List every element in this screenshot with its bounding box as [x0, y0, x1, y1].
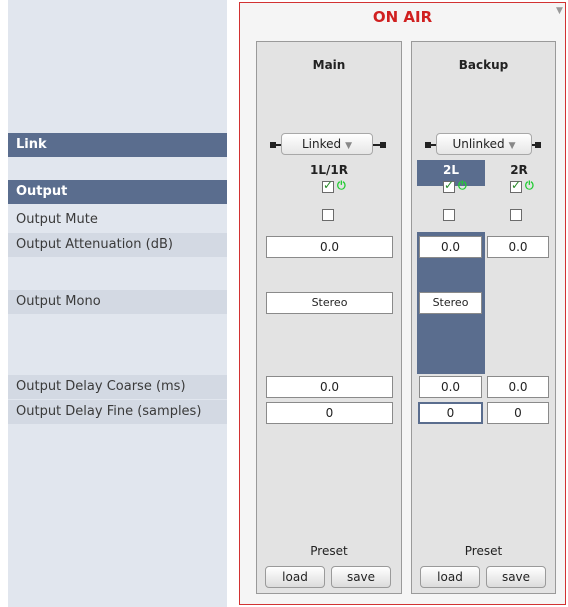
chevron-down-icon: ▼ — [508, 141, 516, 151]
main-title: Main — [312, 58, 346, 72]
channel-2r-enable-checkbox[interactable] — [510, 178, 522, 193]
main-link-dot-left — [270, 142, 276, 148]
backup-link-dot-left — [425, 142, 431, 148]
output-mute-label: Output Mute — [16, 212, 98, 227]
channel-2l-enable-checkbox[interactable] — [443, 178, 455, 193]
main-load-button[interactable]: load — [265, 566, 325, 588]
backup-save-button[interactable]: save — [486, 566, 546, 588]
channel-2l-mono-select[interactable]: Stereo — [419, 292, 482, 314]
output-mono-label: Output Mono — [8, 290, 227, 314]
backup-link-dot-right — [535, 142, 541, 148]
channel-2r-attenuation-input[interactable]: 0.0 — [487, 236, 549, 258]
channel-2r-delay-fine-input[interactable]: 0 — [487, 402, 549, 424]
output-delay-coarse-label: Output Delay Coarse (ms) — [8, 375, 227, 399]
output-header: Output — [8, 180, 227, 204]
link-header: Link — [8, 133, 227, 157]
main-channel-label: 1L/1R — [310, 163, 348, 177]
channel-2l-delay-coarse-input[interactable]: 0.0 — [419, 376, 482, 398]
chevron-down-icon: ▼ — [345, 141, 353, 151]
main-save-button[interactable]: save — [331, 566, 391, 588]
on-air-status: ON AIR — [372, 8, 433, 26]
channel-2r-label: 2R — [510, 163, 528, 177]
channel-2l-attenuation-input[interactable]: 0.0 — [419, 236, 482, 258]
channel-2l-label: 2L — [443, 163, 459, 177]
main-enable-checkbox[interactable] — [322, 178, 334, 193]
backup-link-dropdown-value: Unlinked — [452, 137, 505, 151]
power-icon: ⏻ — [458, 179, 467, 192]
output-attenuation-label: Output Attenuation (dB) — [8, 233, 227, 257]
backup-preset-label: Preset — [464, 544, 503, 558]
backup-load-button[interactable]: load — [420, 566, 480, 588]
backup-link-dropdown[interactable]: Unlinked ▼ — [436, 133, 532, 155]
main-mono-select[interactable]: Stereo — [266, 292, 393, 314]
main-mute-checkbox[interactable] — [322, 209, 334, 221]
output-delay-fine-label: Output Delay Fine (samples) — [8, 400, 227, 424]
main-link-dropdown-value: Linked — [301, 137, 342, 151]
main-link-dot-right — [380, 142, 386, 148]
channel-2r-delay-coarse-input[interactable]: 0.0 — [487, 376, 549, 398]
main-link-dropdown[interactable]: Linked ▼ — [281, 133, 373, 155]
channel-2r-mute-checkbox[interactable] — [510, 209, 522, 221]
main-delay-coarse-input[interactable]: 0.0 — [266, 376, 393, 398]
triangle-down-icon[interactable]: ▼ — [556, 6, 563, 16]
power-icon: ⏻ — [525, 179, 534, 192]
main-delay-fine-input[interactable]: 0 — [266, 402, 393, 424]
backup-title: Backup — [458, 58, 509, 72]
main-preset-label: Preset — [310, 544, 348, 558]
main-attenuation-input[interactable]: 0.0 — [266, 236, 393, 258]
channel-2l-mute-checkbox[interactable] — [443, 209, 455, 221]
channel-2l-delay-fine-input[interactable]: 0 — [418, 402, 483, 424]
main-column — [256, 41, 402, 594]
power-icon: ⏻ — [337, 179, 346, 192]
